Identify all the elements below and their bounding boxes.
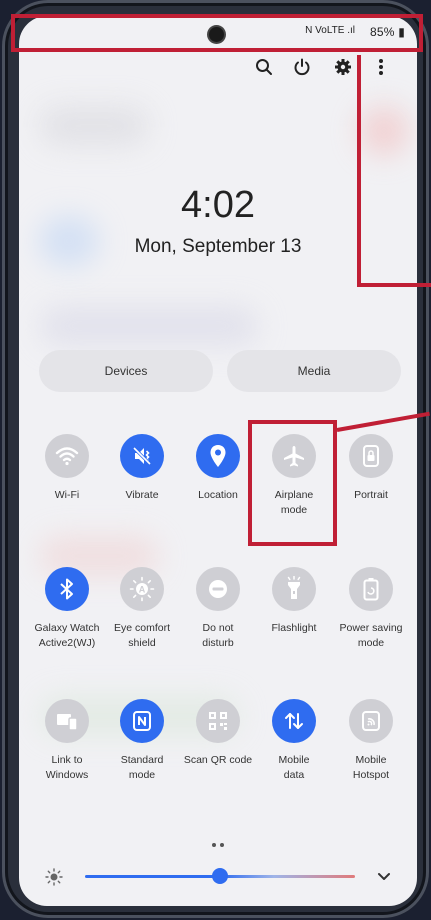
- tile-galaxy-watch[interactable]: Galaxy Watch Active2(WJ): [29, 567, 105, 651]
- annotation-line: [357, 55, 361, 287]
- vibrate-icon: [120, 434, 164, 478]
- tile-location[interactable]: Location: [180, 434, 256, 503]
- tile-label: Do not disturb: [202, 622, 234, 649]
- tile-label: Galaxy Watch Active2(WJ): [34, 622, 100, 649]
- tile-eye-comfort[interactable]: A Eye comfort shield: [104, 567, 180, 651]
- flashlight-icon: [272, 567, 316, 611]
- hotspot-icon: [349, 699, 393, 743]
- tile-label: Mobile data: [278, 754, 310, 781]
- nfc-icon: [120, 699, 164, 743]
- tile-label: Scan QR code: [183, 754, 253, 766]
- tile-flashlight[interactable]: Flashlight: [256, 567, 332, 636]
- tile-portrait[interactable]: Portrait: [333, 434, 409, 503]
- portrait-lock-icon: [349, 434, 393, 478]
- tile-label: Vibrate: [125, 489, 159, 501]
- power-icon[interactable]: [290, 55, 314, 79]
- qr-code-icon: [196, 699, 240, 743]
- brightness-icon: [45, 868, 63, 886]
- airplane-mode-highlight: [248, 420, 337, 546]
- location-icon: [196, 434, 240, 478]
- tile-label: Portrait: [354, 489, 388, 501]
- tile-label: Mobile Hotspot: [352, 754, 390, 781]
- power-saving-icon: [349, 567, 393, 611]
- tile-link-to-windows[interactable]: Link to Windows: [29, 699, 105, 783]
- link-windows-icon: [45, 699, 89, 743]
- bluetooth-icon: [45, 567, 89, 611]
- tile-vibrate[interactable]: Vibrate: [104, 434, 180, 503]
- tile-label: Link to Windows: [45, 754, 89, 781]
- tile-standard-mode[interactable]: Standard mode: [104, 699, 180, 783]
- tile-label: Standard mode: [120, 754, 164, 781]
- tile-label: Wi-Fi: [54, 489, 80, 501]
- brightness-thumb[interactable]: [212, 868, 228, 884]
- eye-comfort-icon: A: [120, 567, 164, 611]
- tile-scan-qr-code[interactable]: Scan QR code: [180, 699, 256, 768]
- tile-wifi[interactable]: Wi-Fi: [29, 434, 105, 503]
- brightness-slider[interactable]: [19, 862, 417, 892]
- status-bar-highlight: [11, 14, 423, 52]
- tile-power-saving[interactable]: Power saving mode: [333, 567, 409, 651]
- page-indicator: [210, 834, 226, 852]
- svg-text:A: A: [139, 585, 146, 595]
- devices-button[interactable]: Devices: [39, 350, 213, 392]
- chevron-down-icon[interactable]: [377, 871, 391, 883]
- tile-label: Eye comfort shield: [113, 622, 171, 649]
- search-icon[interactable]: [252, 55, 276, 79]
- annotation-line: [357, 283, 431, 287]
- tile-label: Location: [198, 489, 238, 501]
- tile-mobile-data[interactable]: Mobile data: [256, 699, 332, 783]
- do-not-disturb-icon: [196, 567, 240, 611]
- tile-do-not-disturb[interactable]: Do not disturb: [180, 567, 256, 651]
- tile-label: Power saving mode: [339, 622, 403, 649]
- wifi-icon: [45, 434, 89, 478]
- more-options-icon[interactable]: [369, 55, 393, 79]
- phone-frame: N VoLTE .ıl 85% ▮ 4:02 Mon, September 13…: [2, 0, 429, 918]
- tile-mobile-hotspot[interactable]: Mobile Hotspot: [333, 699, 409, 783]
- media-button[interactable]: Media: [227, 350, 401, 392]
- tile-label: Flashlight: [271, 622, 317, 634]
- gear-icon[interactable]: [331, 55, 355, 79]
- mobile-data-icon: [272, 699, 316, 743]
